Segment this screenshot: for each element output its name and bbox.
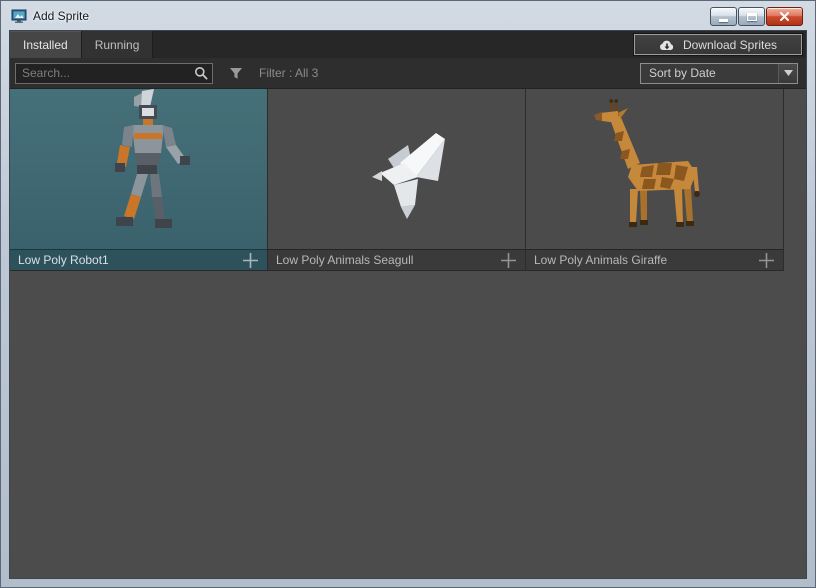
cloud-download-icon — [659, 39, 675, 51]
tab-running[interactable]: Running — [82, 31, 154, 58]
sprite-grid: Low Poly Robot1 — [10, 89, 806, 578]
download-sprites-label: Download Sprites — [683, 38, 777, 52]
sprite-card-bar: Low Poly Animals Seagull — [268, 249, 525, 271]
sprite-card-seagull: Low Poly Animals Seagull — [268, 89, 526, 271]
add-sprite-window: Add Sprite Installed Running — [0, 0, 816, 588]
sprite-card-robot: Low Poly Robot1 — [10, 89, 268, 271]
add-sprite-icon[interactable] — [242, 252, 259, 269]
sprite-name: Low Poly Animals Giraffe — [534, 253, 667, 267]
tab-bar: Installed Running Download Sprites — [10, 31, 806, 58]
sprite-card-giraffe: Low Poly Animals Giraffe — [526, 89, 784, 271]
caption-buttons — [710, 7, 803, 26]
seagull-image — [268, 89, 525, 249]
sprite-card-bar: Low Poly Robot1 — [10, 249, 267, 271]
sprite-name: Low Poly Robot1 — [18, 253, 109, 267]
sprite-thumbnail-robot[interactable] — [10, 89, 267, 249]
giraffe-image — [526, 89, 783, 249]
add-sprite-icon[interactable] — [500, 252, 517, 269]
robot-image — [10, 89, 267, 249]
sprite-thumbnail-giraffe[interactable] — [526, 89, 783, 249]
sort-dropdown[interactable]: Sort by Date — [640, 63, 798, 84]
tab-installed[interactable]: Installed — [10, 31, 82, 58]
close-icon — [779, 11, 790, 22]
app-icon — [11, 8, 27, 24]
sprite-name: Low Poly Animals Seagull — [276, 253, 413, 267]
chevron-down-icon — [778, 64, 797, 83]
window-title: Add Sprite — [33, 9, 89, 23]
add-sprite-icon[interactable] — [758, 252, 775, 269]
search-box — [15, 63, 213, 84]
sprite-thumbnail-seagull[interactable] — [268, 89, 525, 249]
close-button[interactable] — [766, 7, 803, 26]
search-input[interactable] — [16, 66, 190, 80]
titlebar[interactable]: Add Sprite — [9, 1, 807, 30]
sort-dropdown-value: Sort by Date — [649, 66, 716, 80]
client-area: Installed Running Download Sprites — [9, 30, 807, 579]
filter-icon[interactable] — [229, 67, 243, 80]
maximize-button[interactable] — [738, 7, 765, 26]
minimize-button[interactable] — [710, 7, 737, 26]
toolbar: Filter : All 3 Sort by Date — [10, 58, 806, 89]
sprite-card-bar: Low Poly Animals Giraffe — [526, 249, 783, 271]
minimize-icon — [719, 19, 728, 22]
download-sprites-button[interactable]: Download Sprites — [634, 34, 802, 55]
search-icon[interactable] — [190, 66, 212, 80]
maximize-icon — [747, 13, 757, 21]
filter-status: Filter : All 3 — [259, 66, 318, 80]
